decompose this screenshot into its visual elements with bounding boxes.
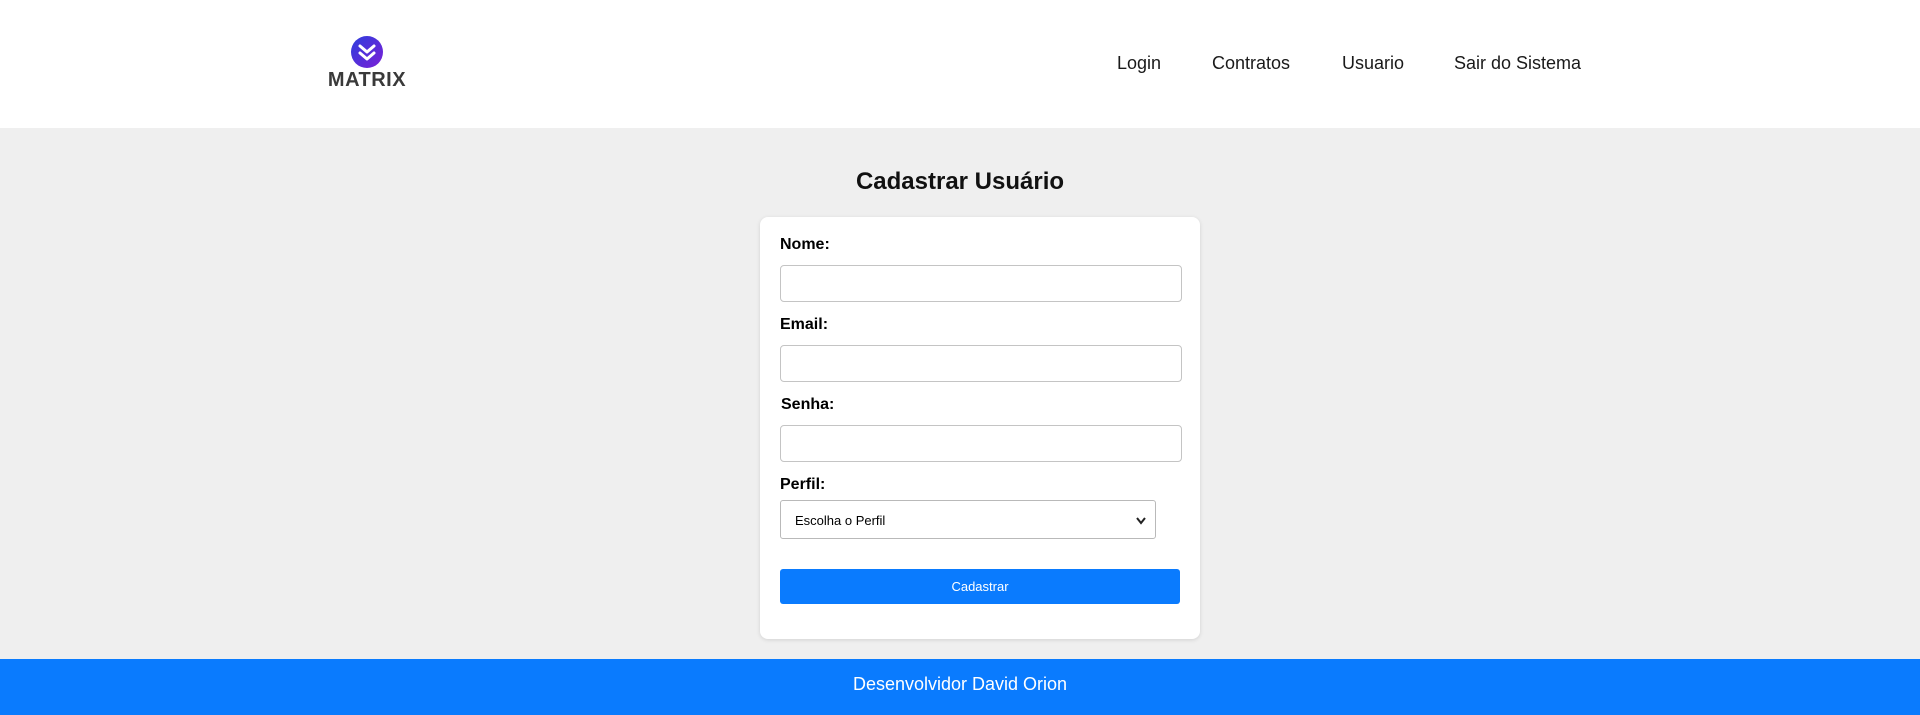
- chevron-down-icon: [1136, 517, 1146, 525]
- nav-contratos[interactable]: Contratos: [1212, 53, 1290, 74]
- nome-label: Nome:: [780, 236, 830, 253]
- register-user-form: Nome: Email: Senha: Perfil: Escolha o Pe…: [760, 217, 1200, 639]
- perfil-select[interactable]: Escolha o Perfil: [780, 500, 1156, 539]
- page-title: Cadastrar Usuário: [855, 168, 1065, 195]
- senha-label: Senha:: [781, 396, 835, 413]
- perfil-label: Perfil:: [780, 476, 826, 493]
- main-nav: Login Contratos Usuario Sair do Sistema: [0, 53, 1920, 75]
- senha-input[interactable]: [780, 425, 1182, 462]
- nav-sair-do-sistema[interactable]: Sair do Sistema: [1454, 53, 1581, 74]
- footer-credit: Desenvolvidor David Orion: [852, 674, 1068, 694]
- cadastrar-button[interactable]: Cadastrar: [780, 569, 1180, 604]
- email-label: Email:: [780, 316, 829, 333]
- email-input[interactable]: [780, 345, 1182, 382]
- site-footer: Desenvolvidor David Orion: [0, 659, 1920, 715]
- nav-usuario[interactable]: Usuario: [1342, 53, 1404, 74]
- perfil-select-value: Escolha o Perfil: [795, 513, 886, 528]
- nome-input[interactable]: [780, 265, 1182, 302]
- nav-login[interactable]: Login: [1117, 53, 1161, 74]
- site-header: MATRIX Login Contratos Usuario Sair do S…: [0, 0, 1920, 128]
